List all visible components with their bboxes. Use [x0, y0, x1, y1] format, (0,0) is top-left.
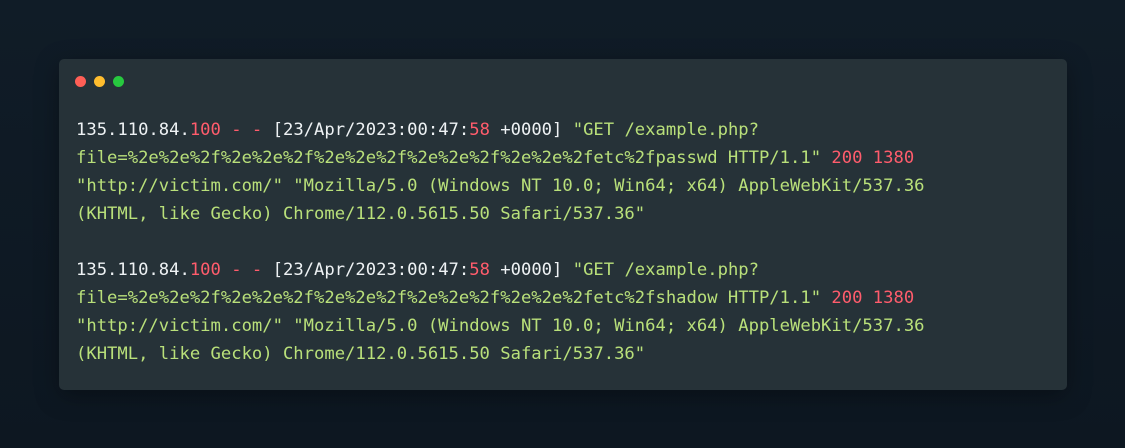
status-code: 200 — [821, 148, 863, 168]
referrer-user-agent: "http://victim.com/" "Mozilla/5.0 (Windo… — [76, 176, 925, 196]
timestamp-suffix: +0000] — [489, 260, 563, 280]
close-dot-icon[interactable] — [75, 76, 86, 87]
log-line: 135.110.84.100 - - [23/Apr/2023:00:47:58… — [76, 116, 1047, 144]
timestamp-seconds: 58 — [469, 260, 490, 280]
ip-last-octet: 100 — [189, 120, 221, 140]
log-entry: 135.110.84.100 - - [23/Apr/2023:00:47:58… — [76, 116, 1047, 228]
ip-prefix: 135.110.84. — [76, 120, 190, 140]
log-line: file=%2e%2e%2f%2e%2e%2f%2e%2e%2f%2e%2e%2… — [76, 144, 1047, 172]
log-entry: 135.110.84.100 - - [23/Apr/2023:00:47:58… — [76, 256, 1047, 368]
request-query: file=%2e%2e%2f%2e%2e%2f%2e%2e%2f%2e%2e%2… — [76, 148, 822, 168]
log-line: "http://victim.com/" "Mozilla/5.0 (Windo… — [76, 312, 1047, 340]
timestamp-prefix: [23/Apr/2023:00:47: — [272, 260, 470, 280]
log-line: 135.110.84.100 - - [23/Apr/2023:00:47:58… — [76, 256, 1047, 284]
timestamp-seconds: 58 — [469, 120, 490, 140]
request-query: file=%2e%2e%2f%2e%2e%2f%2e%2e%2f%2e%2e%2… — [76, 288, 822, 308]
log-line: (KHTML, like Gecko) Chrome/112.0.5615.50… — [76, 200, 1047, 228]
terminal-window: 135.110.84.100 - - [23/Apr/2023:00:47:58… — [59, 59, 1067, 390]
response-size: 1380 — [862, 148, 915, 168]
log-line: file=%2e%2e%2f%2e%2e%2f%2e%2e%2f%2e%2e%2… — [76, 284, 1047, 312]
user-agent-end: (KHTML, like Gecko) Chrome/112.0.5615.50… — [76, 344, 646, 364]
response-size: 1380 — [862, 288, 915, 308]
timestamp-suffix: +0000] — [489, 120, 563, 140]
maximize-dot-icon[interactable] — [113, 76, 124, 87]
log-dashes: - - — [220, 260, 273, 280]
timestamp-prefix: [23/Apr/2023:00:47: — [272, 120, 470, 140]
minimize-dot-icon[interactable] — [94, 76, 105, 87]
referrer-user-agent: "http://victim.com/" "Mozilla/5.0 (Windo… — [76, 316, 925, 336]
status-code: 200 — [821, 288, 863, 308]
log-line: "http://victim.com/" "Mozilla/5.0 (Windo… — [76, 172, 1047, 200]
request-start: "GET /example.php? — [562, 260, 759, 280]
log-line: (KHTML, like Gecko) Chrome/112.0.5615.50… — [76, 340, 1047, 368]
log-output: 135.110.84.100 - - [23/Apr/2023:00:47:58… — [76, 116, 1047, 396]
log-dashes: - - — [220, 120, 273, 140]
ip-last-octet: 100 — [189, 260, 221, 280]
ip-prefix: 135.110.84. — [76, 260, 190, 280]
request-start: "GET /example.php? — [562, 120, 759, 140]
user-agent-end: (KHTML, like Gecko) Chrome/112.0.5615.50… — [76, 204, 646, 224]
window-controls — [75, 76, 124, 87]
